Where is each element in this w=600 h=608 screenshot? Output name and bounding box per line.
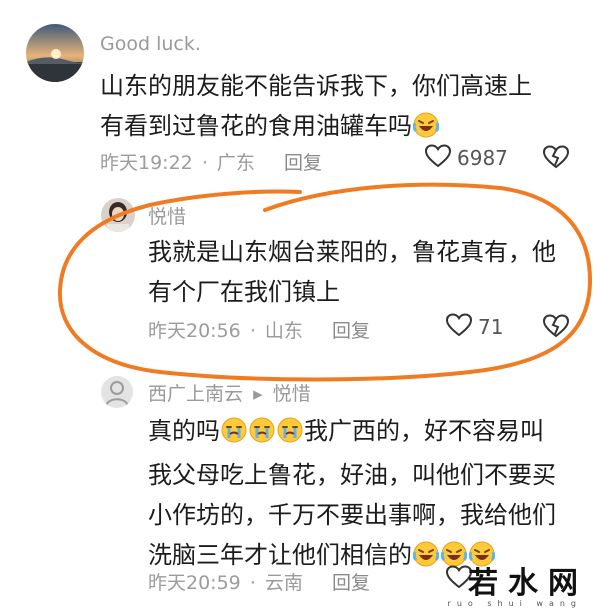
dislike-button[interactable] <box>542 314 570 342</box>
comment-meta: 昨天20:56 · 山东 <box>148 316 303 343</box>
reply-arrow-icon: ▸ <box>253 383 263 405</box>
crying-emoji-icon <box>277 415 303 455</box>
meta-separator: · <box>201 152 208 174</box>
username-row: 西广上南云 ▸ 悦惜 <box>148 379 311 406</box>
meta-separator: · <box>249 320 256 342</box>
watermark-subtitle: ruo shui wang <box>447 599 582 608</box>
timestamp: 昨天20:59 <box>148 572 241 594</box>
like-button[interactable]: 71 <box>445 313 504 341</box>
location: 山东 <box>264 320 303 342</box>
reply-button[interactable]: 回复 <box>284 148 322 175</box>
like-count: 71 <box>478 315 504 339</box>
dislike-heart-icon <box>542 145 570 173</box>
watermark: 若水网 <box>468 566 588 601</box>
crying-emoji-icon <box>249 415 275 455</box>
crying-emoji-icon <box>221 415 247 455</box>
comment-text: 山东的朋友能不能告诉我下，你们高速上 有看到过鲁花的食用油罐车吗 <box>100 66 580 150</box>
dislike-button[interactable] <box>542 145 570 173</box>
reply-to-username[interactable]: 悦惜 <box>273 383 311 405</box>
timestamp: 昨天19:22 <box>100 152 193 174</box>
comment-2: 悦惜 我就是山东烟台莱阳的，鲁花真有，他 有个厂在我们镇上 昨天20:56 · … <box>0 190 600 370</box>
reply-button[interactable]: 回复 <box>332 316 370 343</box>
laughing-emoji-icon <box>412 539 440 579</box>
username[interactable]: Good luck. <box>100 33 201 55</box>
comment-1: Good luck. 山东的朋友能不能告诉我下，你们高速上 有看到过鲁花的食用油… <box>0 0 600 180</box>
comment-text: 我就是山东烟台莱阳的，鲁花真有，他 有个厂在我们镇上 <box>148 232 588 312</box>
heart-icon <box>424 144 452 172</box>
meta-separator: · <box>249 572 256 594</box>
username[interactable]: 西广上南云 <box>148 383 243 405</box>
location: 广东 <box>216 152 255 174</box>
comment-text-line: 山东的朋友能不能告诉我下，你们高速上 <box>100 72 532 100</box>
comment-meta: 昨天20:59 · 云南 <box>148 568 303 595</box>
avatar[interactable] <box>101 198 135 232</box>
comment-meta: 昨天19:22 · 广东 <box>100 148 255 175</box>
comment-text-line: 我父母吃上鲁花，好油，叫他们不要买 <box>148 461 556 489</box>
comment-text: 真的吗 我广西的，好不容易叫 我父母吃上鲁花，好油，叫他们不要买 小作坊的，千万… <box>148 411 588 579</box>
dislike-heart-icon <box>542 314 570 342</box>
avatar[interactable] <box>101 376 133 408</box>
username[interactable]: 悦惜 <box>148 202 186 229</box>
comment-text-line: 有个厂在我们镇上 <box>148 278 340 306</box>
heart-icon <box>445 313 473 341</box>
timestamp: 昨天20:56 <box>148 320 241 342</box>
like-button[interactable]: 6987 <box>424 144 508 172</box>
location: 云南 <box>264 572 303 594</box>
comment-text-line: 我就是山东烟台莱阳的，鲁花真有，他 <box>148 238 556 266</box>
comment-text-line: 小作坊的，千万不要出事啊，我给他们 <box>148 501 556 529</box>
avatar[interactable] <box>26 24 84 82</box>
reply-button[interactable]: 回复 <box>332 568 370 595</box>
like-count: 6987 <box>457 146 508 170</box>
comment-text-line: 真的吗 我广西的，好不容易叫 <box>148 411 588 455</box>
comment-text-line: 有看到过鲁花的食用油罐车吗 <box>100 106 580 150</box>
